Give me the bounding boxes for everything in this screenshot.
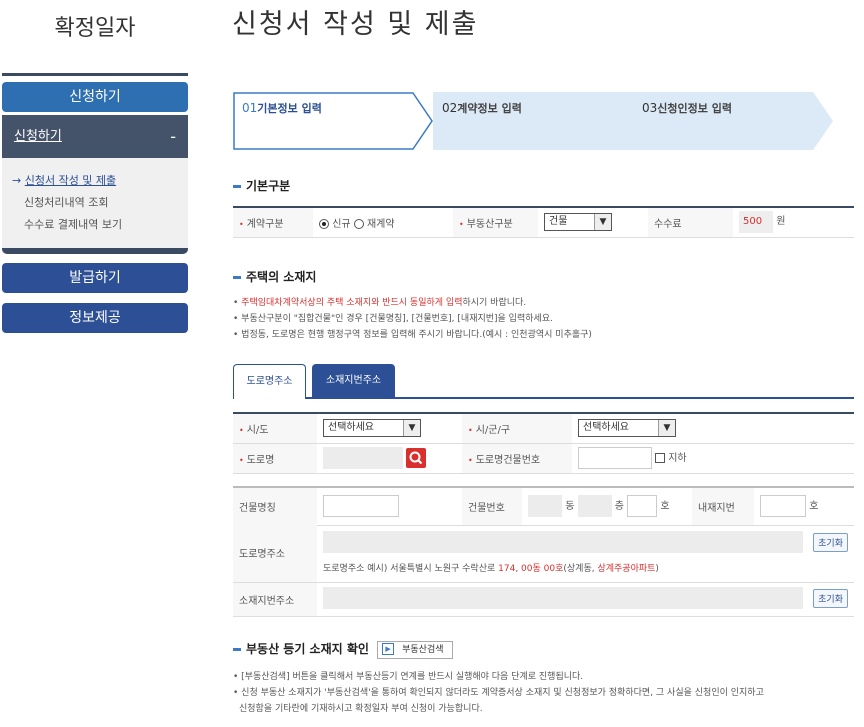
arrow-right-icon: → (12, 174, 25, 187)
fee-cell: 500 원 (733, 207, 854, 238)
required-icon: • (468, 425, 473, 435)
bldg-no-cell: 동 층 호 (522, 487, 692, 526)
section-address-title: 주택의 소재지 (233, 268, 316, 285)
required-icon: • (239, 425, 244, 435)
chevron-down-icon: ▼ (658, 420, 675, 437)
step-2: 02계약정보 입력 (442, 101, 522, 115)
sido-cell: 선택하세요 ▼ (317, 413, 462, 444)
menu-apply-button[interactable]: 신청하기 (2, 82, 188, 112)
fee-label-cell: 수수료 (648, 207, 733, 238)
tab-road-address[interactable]: 도로명주소 (233, 364, 306, 399)
sidebar-divider (2, 73, 188, 76)
address-tabs: 도로명주소 소재지번주소 (233, 364, 854, 399)
road-name-input[interactable] (323, 447, 403, 469)
registry-note-1: • [부동산검색] 버튼을 클릭해서 부동산등기 연계를 반드시 실행해야 다음… (233, 672, 584, 682)
floor-input[interactable] (577, 495, 612, 518)
section-marker-icon (233, 276, 241, 279)
submenu-item-history[interactable]: 신청처리내역 조회 (12, 192, 188, 214)
step-indicator: 01기본정보 입력 02계약정보 입력 03신청인정보 입력 (233, 92, 833, 150)
registry-note-3: 신청함을 기타란에 기재하시고 확정일자 부여 신청이 가능합니다. (239, 704, 483, 714)
property-type-cell: 건물 ▼ (538, 207, 648, 238)
tab-lot-address[interactable]: 소재지번주소 (312, 364, 395, 397)
step-1: 01기본정보 입력 (242, 101, 322, 115)
road-label-cell: • 도로명 (233, 443, 317, 474)
road-address-input[interactable] (323, 531, 803, 554)
radio-renew[interactable] (353, 218, 364, 229)
submenu-header-label: 신청하기 (14, 129, 62, 144)
reset-road-address-button[interactable]: 초기화 (813, 533, 848, 553)
lot-addr-label-cell: 소재지번주소 (233, 582, 317, 617)
section-registry-title: 부동산 등기 소재지 확인 ▶ 부동산검색 (233, 640, 453, 659)
road-address-example: 도로명주소 예시) 서울특별시 노원구 수락산로 174, 00동 00호(상계… (323, 564, 659, 575)
lot-address-input[interactable] (323, 587, 803, 609)
submenu-header[interactable]: 신청하기 - (2, 115, 188, 158)
lot-addr-cell: 초기화 (317, 582, 854, 617)
play-icon: ▶ (382, 643, 395, 655)
property-type-select[interactable]: 건물 ▼ (544, 213, 612, 232)
bldg-no-label-cell: 건물번호 (462, 487, 522, 526)
radio-new[interactable] (319, 218, 329, 229)
basic-form-table: • 계약구분 신규 재계약 • 부동산구분 건물 ▼ 수수료 500 원 (233, 206, 854, 238)
address-note-1: • 주택임대차계약서상의 주택 소재지와 반드시 동일하게 입력하시기 바랍니다… (233, 298, 527, 308)
ho-input[interactable] (627, 495, 658, 518)
submenu-item-fee-history[interactable]: 수수료 결제내역 보기 (12, 214, 188, 236)
dong-input[interactable] (528, 495, 562, 518)
reset-lot-address-button[interactable]: 초기화 (813, 589, 848, 608)
address-note-2: • 부동산구분이 "집합건물"인 경우 [건물명칭], [건물번호], [내재지… (233, 314, 553, 324)
registry-notes: • [부동산검색] 버튼을 클릭해서 부동산등기 연계를 반드시 실행해야 다음… (233, 669, 858, 717)
basement-checkbox[interactable] (655, 453, 666, 463)
contract-type-label-cell: • 계약구분 (233, 207, 313, 238)
chevron-down-icon: ▼ (403, 420, 420, 437)
sido-select[interactable]: 선택하세요 ▼ (323, 419, 421, 438)
road-addr-label-cell: 도로명주소 (233, 524, 317, 583)
section-marker-icon (233, 185, 241, 188)
sido-label-cell: • 시/도 (233, 413, 317, 444)
address-result-table: 도로명주소 초기화 도로명주소 예시) 서울특별시 노원구 수락산로 174, … (233, 524, 854, 617)
inner-lot-label-cell: 내재지번 (692, 487, 754, 526)
required-icon: • (468, 455, 473, 465)
required-icon: • (239, 455, 244, 465)
address-select-table: • 시/도 선택하세요 ▼ • 시/군/구 선택하세요 ▼ • 도로명 • 도로명건물번호 … (233, 412, 854, 474)
fee-value: 500 (739, 211, 773, 234)
submenu-item-apply-form[interactable]: → 신청서 작성 및 제출 (12, 170, 188, 192)
address-notes: • 주택임대차계약서상의 주택 소재지와 반드시 동일하게 입력하시기 바랍니다… (233, 295, 592, 343)
page-title: 신청서 작성 및 제출 (232, 9, 479, 40)
step-3: 03신청인정보 입력 (642, 101, 732, 115)
sigungu-select[interactable]: 선택하세요 ▼ (578, 419, 676, 438)
sidebar-title: 확정일자 (54, 16, 136, 41)
sigungu-cell: 선택하세요 ▼ (572, 413, 854, 444)
address-detail-table: 건물명칭 건물번호 동 층 호 내재지번 호 (233, 486, 854, 526)
road-bldg-no-cell: 지하 (572, 443, 854, 474)
submenu-bottom-bar (2, 248, 188, 254)
left-navigation: 확정일자 신청하기 신청하기 - → 신청서 작성 및 제출 신청처리내역 조회… (0, 0, 190, 727)
menu-info-button[interactable]: 정보제공 (2, 303, 188, 333)
contract-type-cell: 신규 재계약 (313, 207, 453, 238)
chevron-down-icon: ▼ (594, 214, 611, 231)
bldg-name-label-cell: 건물명칭 (233, 487, 317, 526)
road-addr-cell: 초기화 도로명주소 예시) 서울특별시 노원구 수락산로 174, 00동 00… (317, 524, 854, 583)
collapse-icon[interactable]: - (170, 115, 176, 158)
property-type-label-cell: • 부동산구분 (453, 207, 538, 238)
bldg-name-input[interactable] (323, 495, 399, 518)
road-cell (317, 443, 462, 474)
property-search-button[interactable]: ▶ 부동산검색 (377, 640, 453, 659)
menu-issue-button[interactable]: 발급하기 (2, 263, 188, 293)
search-icon[interactable] (406, 448, 427, 468)
sigungu-label-cell: • 시/군/구 (462, 413, 572, 444)
bldg-name-cell (317, 487, 462, 526)
required-icon: • (239, 219, 244, 229)
submenu-list: → 신청서 작성 및 제출 신청처리내역 조회 수수료 결제내역 보기 (2, 158, 188, 248)
inner-lot-cell: 호 (754, 487, 854, 526)
section-basic-title: 기본구분 (233, 177, 290, 194)
road-bldg-no-label-cell: • 도로명건물번호 (462, 443, 572, 474)
road-bldg-no-input[interactable] (578, 447, 652, 469)
address-note-3: • 법정동, 도로명은 현행 행정구역 정보를 입력해 주시기 바랍니다.(예시… (233, 330, 592, 340)
registry-note-2: • 신청 부동산 소재지가 '부동산검색'을 통하여 확인되지 않더라도 계약증… (233, 688, 764, 698)
section-marker-icon (233, 648, 241, 651)
inner-lot-input[interactable] (760, 495, 806, 518)
required-icon: • (459, 219, 464, 229)
